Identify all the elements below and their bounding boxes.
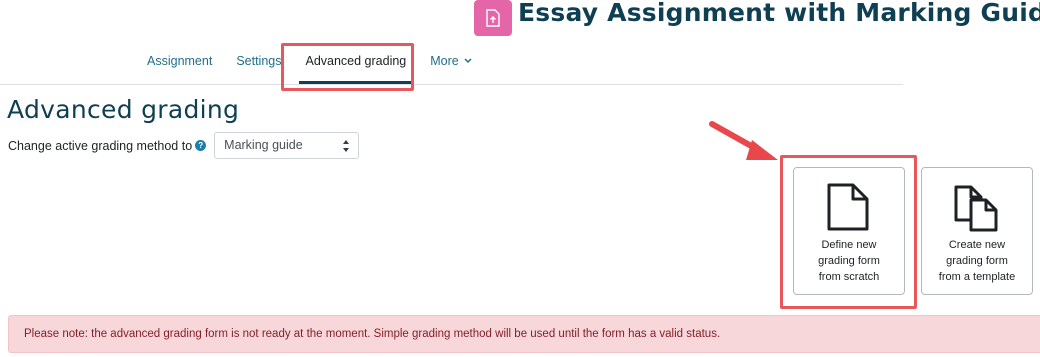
- copy-documents-icon: [954, 185, 998, 232]
- grading-method-row: Change active grading method to ? Markin…: [8, 132, 360, 159]
- tab-assignment[interactable]: Assignment: [135, 40, 224, 84]
- create-from-template-button[interactable]: Create new grading form from a template: [921, 167, 1033, 295]
- red-arrow-annotation: [709, 121, 778, 160]
- more-label: More: [430, 54, 459, 68]
- notice-alert: Please note: the advanced grading form i…: [8, 315, 1040, 353]
- help-icon[interactable]: ?: [195, 140, 207, 151]
- section-heading: Advanced grading: [7, 95, 240, 124]
- select-arrows-icon: [343, 140, 350, 152]
- nav-divider: [0, 84, 903, 85]
- grading-method-value: Marking guide: [224, 138, 303, 152]
- tab-more[interactable]: More: [418, 40, 484, 84]
- grading-method-select[interactable]: Marking guide: [214, 132, 360, 159]
- secondary-navigation: Assignment Settings Advanced grading Mor…: [135, 40, 484, 84]
- tab-settings[interactable]: Settings: [224, 40, 293, 84]
- blank-document-icon: [827, 183, 869, 231]
- define-new-form-label: Define new grading form from scratch: [818, 239, 880, 283]
- grading-method-label: Change active grading method to: [8, 138, 193, 153]
- page-title: Essay Assignment with Marking Guide: [518, 0, 1040, 27]
- tab-advanced-grading[interactable]: Advanced grading: [293, 40, 418, 84]
- define-new-form-button[interactable]: Define new grading form from scratch: [793, 167, 905, 295]
- assignment-upload-icon: [474, 0, 512, 36]
- chevron-down-icon: [464, 58, 472, 64]
- create-from-template-label: Create new grading form from a template: [938, 239, 1016, 283]
